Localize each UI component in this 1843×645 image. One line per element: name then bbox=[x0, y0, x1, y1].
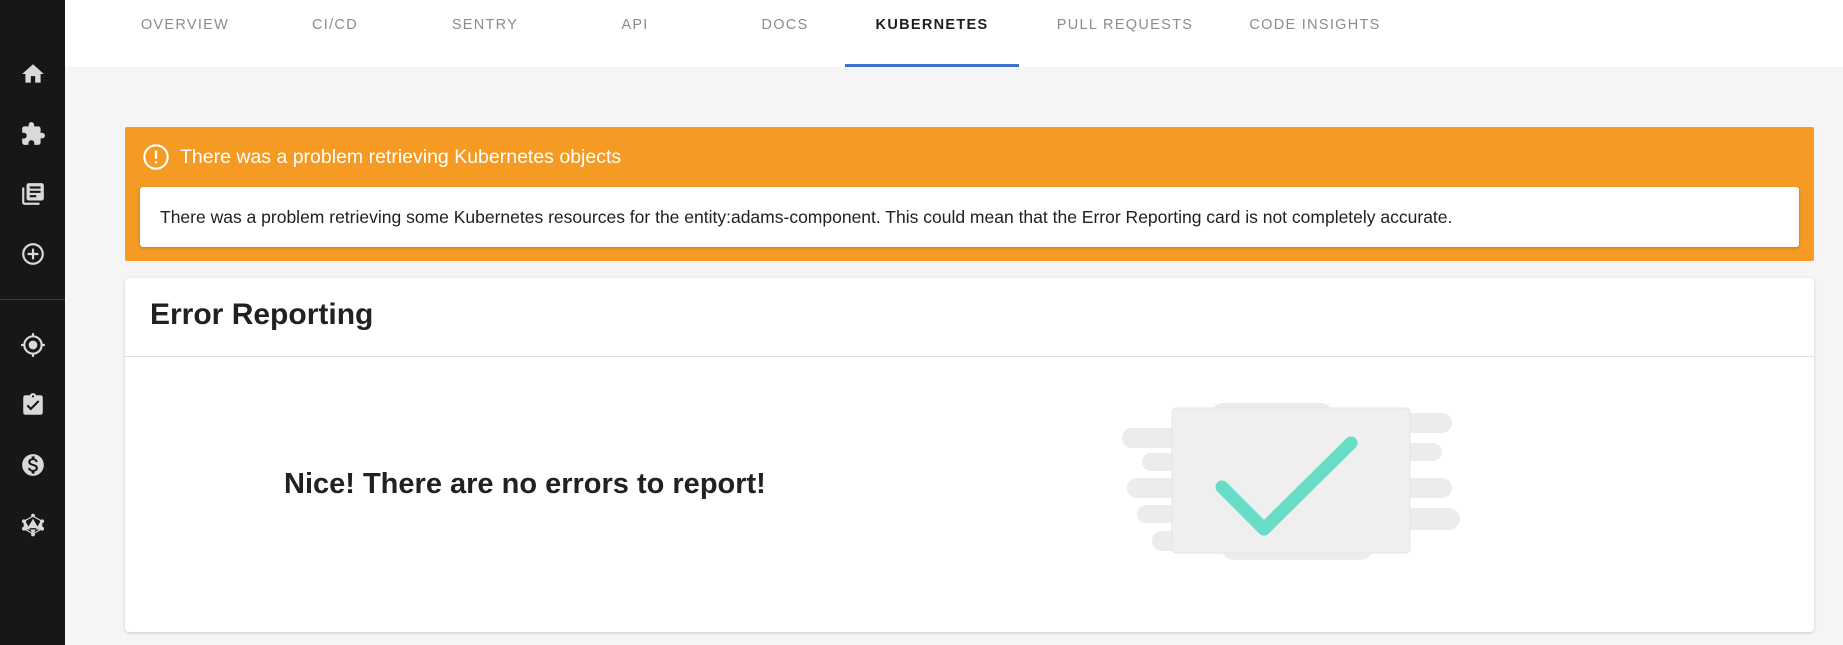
sidebar-item-cost-insights[interactable] bbox=[0, 441, 65, 489]
warning-banner: There was a problem retrieving Kubernete… bbox=[125, 127, 1814, 261]
assignment-check-icon bbox=[22, 393, 43, 415]
warning-title-row: There was a problem retrieving Kubernete… bbox=[142, 143, 621, 171]
tab-sentry[interactable]: SENTRY bbox=[415, 0, 555, 67]
dollar-circle-icon bbox=[21, 454, 44, 476]
sidebar-item-tech-radar[interactable] bbox=[0, 321, 65, 369]
tab-kubernetes[interactable]: KUBERNETES bbox=[845, 0, 1019, 67]
add-circle-icon bbox=[21, 243, 44, 265]
sidebar-item-create[interactable] bbox=[0, 230, 65, 278]
tab-ci-cd[interactable]: CI/CD bbox=[265, 0, 405, 67]
warning-message: There was a problem retrieving some Kube… bbox=[140, 187, 1799, 247]
card-title: Error Reporting bbox=[150, 298, 374, 331]
active-tab-indicator bbox=[845, 64, 1019, 67]
sidebar-item-plugins[interactable] bbox=[0, 110, 65, 158]
sidebar bbox=[0, 0, 65, 645]
tab-overview[interactable]: OVERVIEW bbox=[115, 0, 255, 67]
tab-code-insights[interactable]: CODE INSIGHTS bbox=[1225, 0, 1405, 67]
home-icon bbox=[21, 64, 44, 83]
graphql-icon bbox=[21, 513, 44, 537]
card-divider bbox=[125, 356, 1814, 357]
error-reporting-card: Error Reporting Nice! There are no error… bbox=[125, 278, 1814, 632]
sidebar-item-home[interactable] bbox=[0, 50, 65, 98]
error-outline-icon bbox=[143, 144, 169, 170]
tabs-bar: OVERVIEW CI/CD SENTRY API DOCS KUBERNETE… bbox=[65, 0, 1843, 67]
warning-title: There was a problem retrieving Kubernete… bbox=[180, 145, 622, 168]
library-books-icon bbox=[21, 183, 44, 205]
tab-api[interactable]: API bbox=[565, 0, 705, 67]
tab-docs[interactable]: DOCS bbox=[715, 0, 855, 67]
success-checkmark-illustration bbox=[1122, 403, 1460, 560]
target-icon bbox=[20, 333, 45, 357]
sidebar-item-graphql[interactable] bbox=[0, 501, 65, 549]
sidebar-item-checks[interactable] bbox=[0, 381, 65, 429]
sidebar-item-docs[interactable] bbox=[0, 170, 65, 218]
sidebar-divider bbox=[0, 299, 65, 300]
tab-pull-requests[interactable]: PULL REQUESTS bbox=[1035, 0, 1215, 67]
empty-state-message: Nice! There are no errors to report! bbox=[284, 468, 766, 500]
extension-icon bbox=[21, 122, 45, 145]
